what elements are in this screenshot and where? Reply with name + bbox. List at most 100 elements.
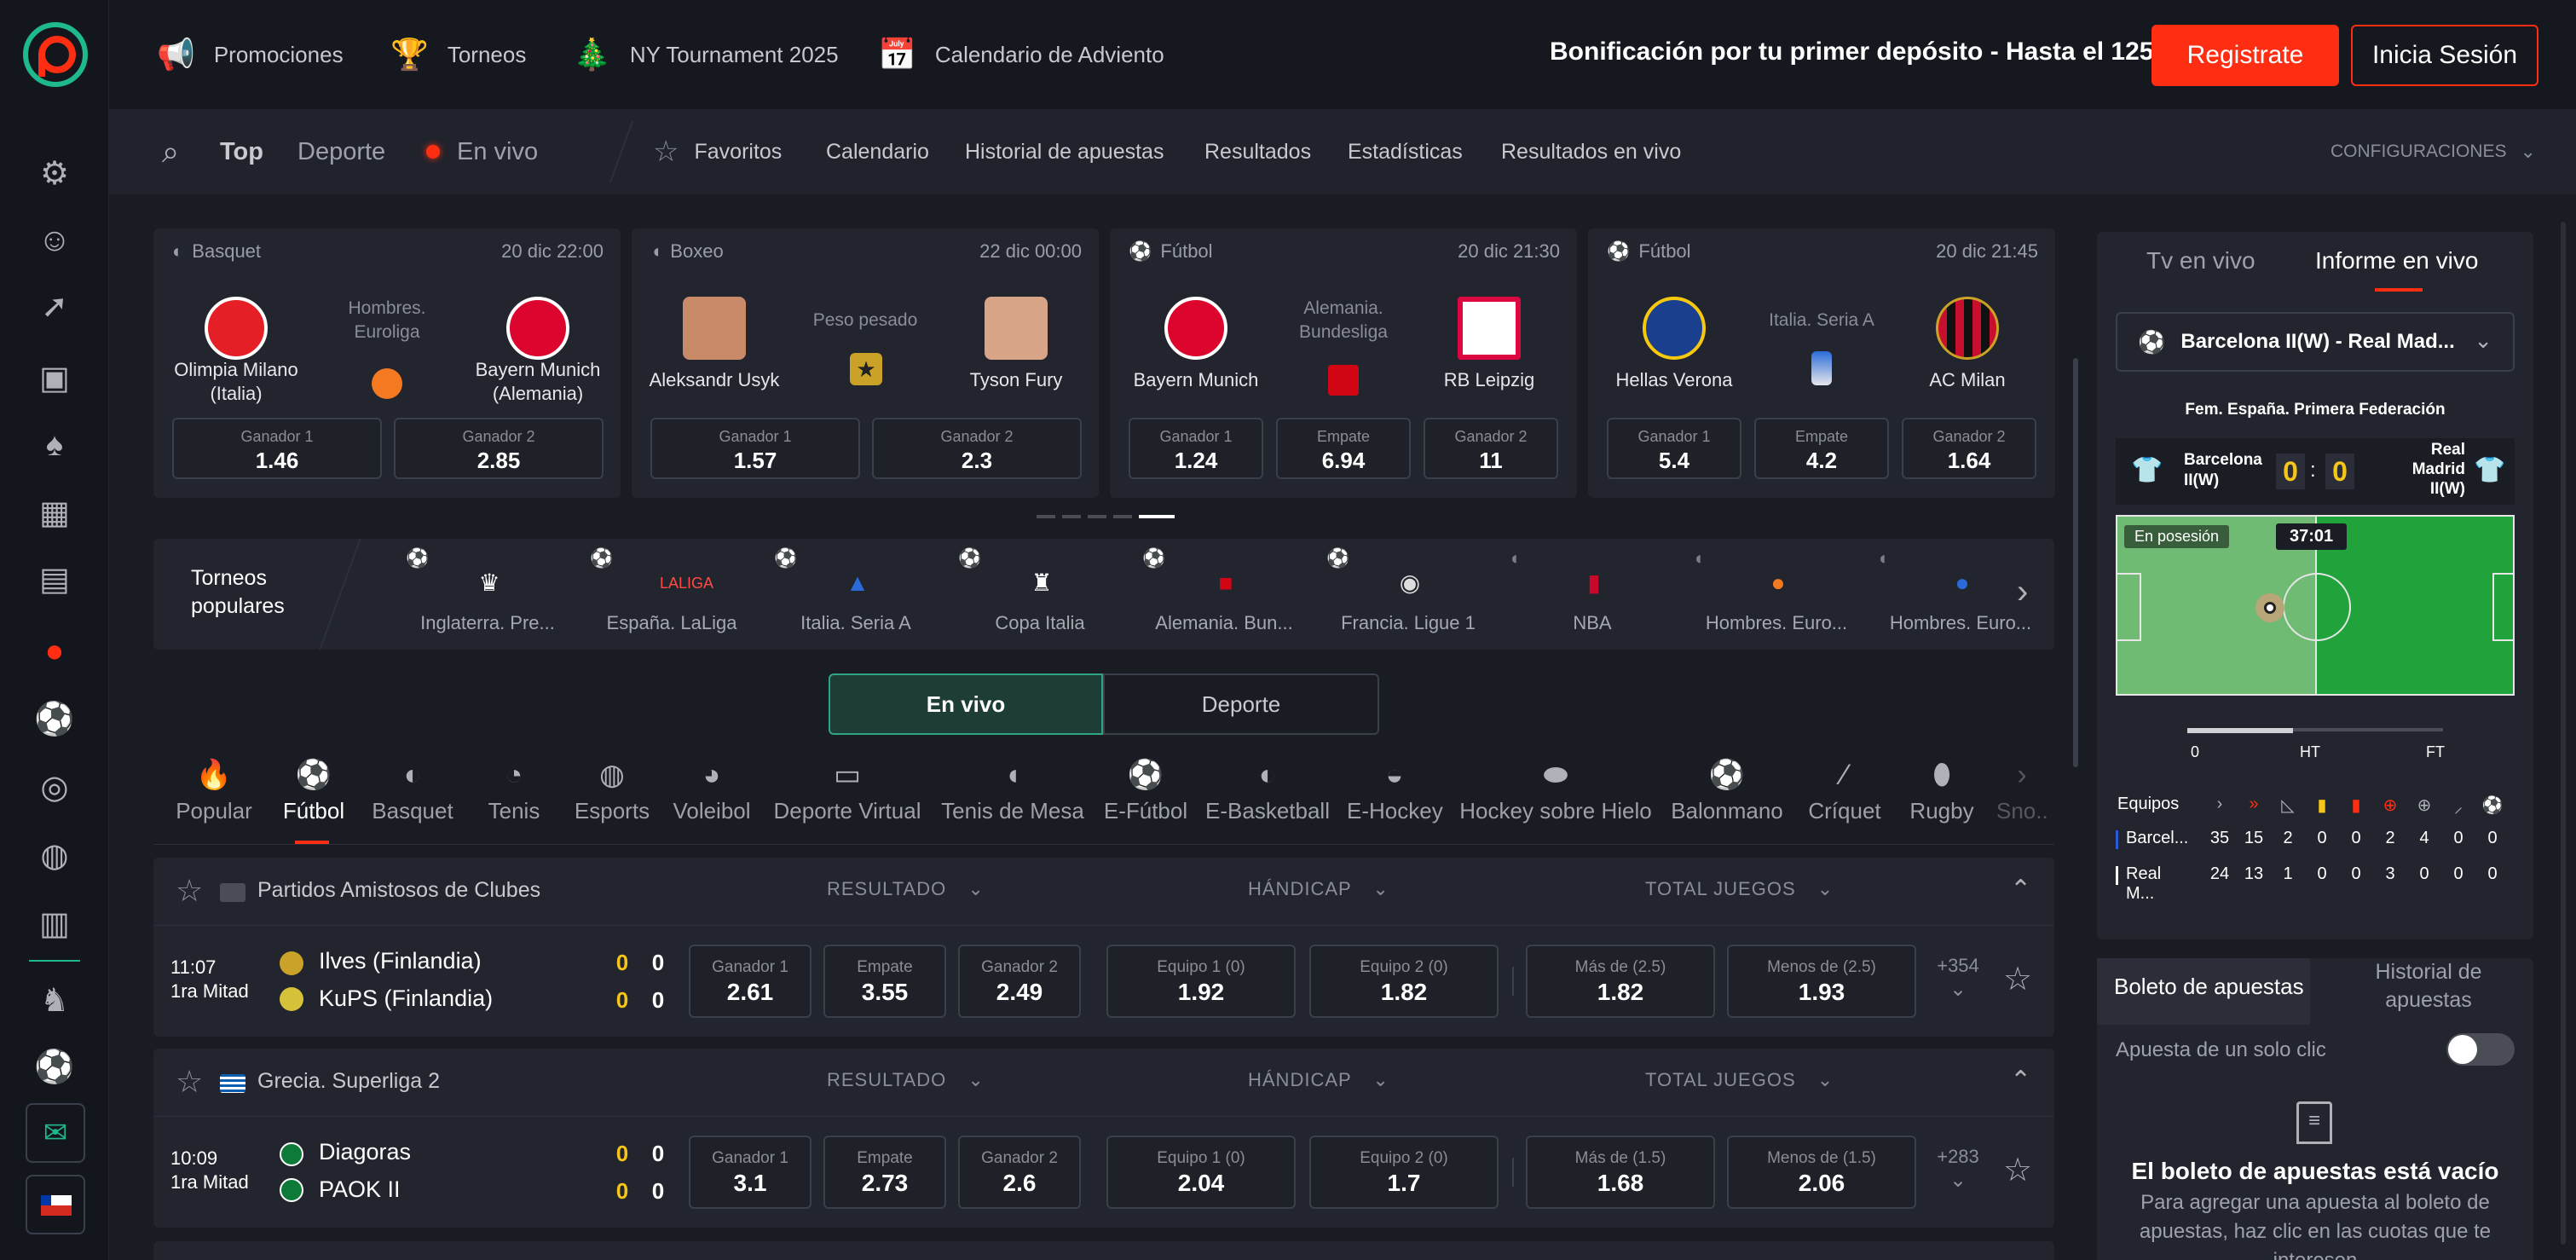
odd-button[interactable]: Menos de (2.5) 1.93 [1727,945,1916,1018]
favorites-link[interactable]: ☆ Favoritos [653,135,782,169]
event-card[interactable]: ◐ Basquet 20 dic 22:00 Olimpia Milano (It… [153,228,621,498]
odd-button[interactable]: Ganador 2 2.6 [958,1136,1081,1209]
sport-tab-basketball[interactable]: ◐ Basquet [368,757,457,825]
odd-button[interactable]: Ganador 2 2.3 [872,418,1082,479]
odd-button[interactable]: Ganador 1 1.57 [650,418,860,479]
tab-betslip[interactable]: Boleto de apuestas [2114,974,2304,1000]
right-scrollbar[interactable] [2561,222,2566,1245]
results-link[interactable]: Resultados [1204,135,1311,169]
odd-button[interactable]: Ganador 1 1.24 [1129,418,1263,479]
odd-button[interactable]: Empate 6.94 [1276,418,1411,479]
odd-button[interactable]: Ganador 1 5.4 [1607,418,1741,479]
tournament-bundesliga[interactable]: ⚽ ■ Alemania. Bun... [1139,539,1309,650]
away-team-name[interactable]: PAOK II [319,1176,401,1203]
search-icon[interactable]: ⌕ [162,134,179,169]
sports-icon[interactable]: ⚙ [34,153,75,194]
tournament-premier-league[interactable]: ⚽ ♛ Inglaterra. Pre... [402,539,573,650]
bingo-icon[interactable]: ▦ [34,493,75,534]
event-card[interactable]: ⚽ Fútbol 20 dic 21:30 Bayern Munich RB Le… [1110,228,1577,498]
odd-button[interactable]: Equipo 1 (0) 2.04 [1106,1136,1296,1209]
main-scrollbar[interactable] [2073,358,2078,767]
cards-icon[interactable]: ▤ [34,559,75,600]
tournament-ligue-1[interactable]: ⚽ ◉ Francia. Ligue 1 [1323,539,1493,650]
sport-tab-esports[interactable]: ◍ Esports [569,757,655,825]
chevron-up-icon[interactable]: ⌃ [2010,1066,2031,1095]
tab-sport[interactable]: Deporte [297,135,385,169]
odd-button[interactable]: Ganador 2 2.85 [394,418,604,479]
more-markets[interactable]: +354 ⌄ [1935,955,1981,1002]
chevron-right-icon[interactable]: › [2017,573,2051,616]
tab-bet-history[interactable]: Historial de apuestas [2353,958,2504,1014]
receipt-icon[interactable]: ▥ [34,904,75,945]
register-button[interactable]: Registrate [2151,25,2339,86]
tab-live-report[interactable]: Informe en vivo [2315,247,2478,275]
tournaments-link[interactable]: 🏆 Torneos [390,34,526,75]
tournament-laliga[interactable]: ⚽ LALIGA España. LaLiga [586,539,757,650]
event-card[interactable]: ⚽ Fútbol 20 dic 21:45 Hellas Verona AC Mi… [1588,228,2055,498]
horse-icon[interactable]: ♞ [34,980,75,1021]
sport-tab-efootball[interactable]: ⚽ E-Fútbol [1101,757,1190,825]
odd-button[interactable]: Ganador 1 2.61 [689,945,811,1018]
basketball-active-icon[interactable]: ● [34,631,75,672]
column-result[interactable]: RESULTADO ⌄ [827,878,985,900]
settings-dropdown[interactable]: CONFIGURACIONES ⌄ [2331,135,2536,169]
sport-tab-table-tennis[interactable]: ◖ Tenis de Mesa [938,757,1088,825]
column-result[interactable]: RESULTADO ⌄ [827,1069,985,1091]
odd-button[interactable]: Equipo 2 (0) 1.7 [1309,1136,1499,1209]
tournament-euroleague[interactable]: ◐ ● Hombres. Euro... [1691,539,1862,650]
carousel-dot-active[interactable] [1139,515,1175,518]
home-team-name[interactable]: Ilves (Finlandia) [319,948,482,974]
sport-tab-football[interactable]: ⚽ Fútbol [271,757,356,825]
chat-icon[interactable]: ✉ [26,1103,85,1163]
tournament-nba[interactable]: ◐ ▮ NBA [1507,539,1678,650]
tv-icon[interactable]: ▣ [34,358,75,399]
carousel-dot[interactable] [1088,515,1106,518]
match-selector[interactable]: ⚽ Barcelona II(W) - Real Mad... ⌄ [2116,312,2515,372]
brand-logo[interactable] [23,22,88,87]
column-total[interactable]: TOTAL JUEGOS ⌄ [1645,1069,1834,1091]
odd-button[interactable]: Ganador 2 1.64 [1902,418,2036,479]
sport-tab-ehockey[interactable]: ◒ E-Hockey [1347,757,1443,825]
odd-button[interactable]: Empate 2.73 [823,1136,946,1209]
event-card[interactable]: ◖ Boxeo 22 dic 00:00 Aleksandr Usyk Tyson… [632,228,1099,498]
odd-button[interactable]: Equipo 1 (0) 1.92 [1106,945,1296,1018]
sport-tab-volleyball[interactable]: ◕ Voleibol [667,757,757,825]
tab-live[interactable]: En vivo [426,135,538,169]
odd-button[interactable]: Ganador 2 11 [1424,418,1558,479]
ball-icon[interactable]: ⚽ [34,1047,75,1088]
promotions-link[interactable]: 📢 Promociones [157,34,344,75]
odd-button[interactable]: Empate 3.55 [823,945,946,1018]
sport-tab-handball[interactable]: ⚽ Balonmano [1667,757,1787,825]
ny-tournament-link[interactable]: 🎄 NY Tournament 2025 [573,34,839,75]
live-user-icon[interactable]: ☺ [34,220,75,261]
casino-icon[interactable]: ♠ [34,425,75,465]
target-icon[interactable]: ◎ [34,767,75,808]
odd-button[interactable]: Equipo 2 (0) 1.82 [1309,945,1499,1018]
sport-tab-snooker[interactable]: › Sno... [1996,757,2048,825]
sport-tab-rugby[interactable]: ⬮ Rugby [1906,757,1978,825]
sport-tab-virtual[interactable]: ▭ Deporte Virtual [771,757,924,825]
bonus-banner[interactable]: Bonificación por tu primer depósito - Ha… [1550,38,2176,66]
tab-live-tv[interactable]: Tv en vivo [2146,247,2255,275]
more-markets[interactable]: +283 ⌄ [1935,1146,1981,1193]
login-button[interactable]: Inicia Sesión [2351,25,2538,86]
carousel-dot[interactable] [1062,515,1081,518]
live-results-link[interactable]: Resultados en vivo [1501,135,1681,169]
odd-button[interactable]: Menos de (1.5) 2.06 [1727,1136,1916,1209]
tab-top[interactable]: Top [220,135,263,169]
carousel-dot[interactable] [1113,515,1132,518]
star-icon[interactable]: ☆ [176,873,203,909]
language-flag-icon[interactable] [26,1175,85,1234]
odd-button[interactable]: Ganador 1 3.1 [689,1136,811,1209]
sport-tab-cricket[interactable]: ⁄ Críquet [1804,757,1886,825]
statistics-link[interactable]: Estadísticas [1348,135,1463,169]
one-click-toggle[interactable] [2446,1033,2515,1066]
star-icon[interactable]: ☆ [2003,1151,2032,1189]
star-icon[interactable]: ☆ [176,1064,203,1100]
away-team-name[interactable]: KuPS (Finlandia) [319,985,493,1012]
rocket-icon[interactable]: ➚ [34,286,75,327]
sport-tab-ebasketball[interactable]: ◐ E-Basketball [1204,757,1331,825]
home-team-name[interactable]: Diagoras [319,1139,411,1165]
odd-button[interactable]: Empate 4.2 [1754,418,1889,479]
toggle-live[interactable]: En vivo [829,673,1103,735]
